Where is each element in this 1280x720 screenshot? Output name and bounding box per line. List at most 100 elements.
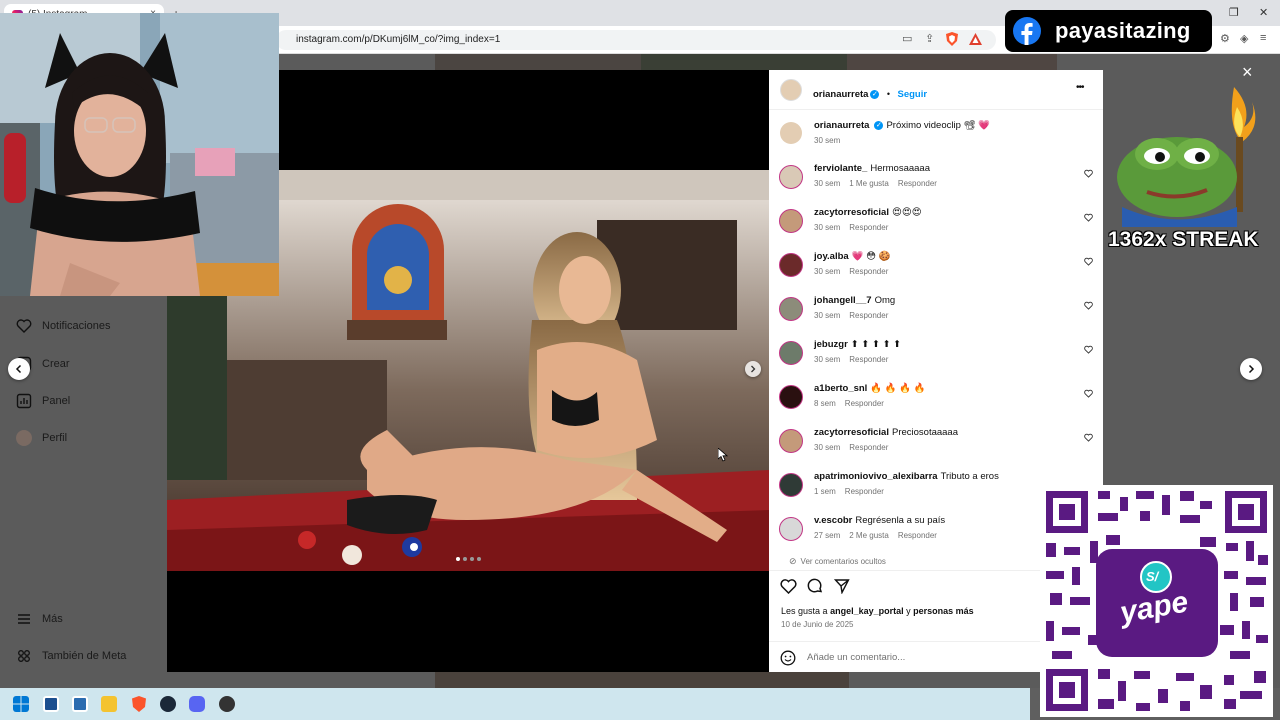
commenter-username[interactable]: apatrimoniovivo_alexibarra <box>814 471 938 482</box>
commenter-avatar[interactable] <box>779 209 803 233</box>
maximize-icon[interactable]: ❐ <box>1229 6 1239 19</box>
comment-like-heart-icon[interactable] <box>1084 169 1093 178</box>
more-options-icon[interactable]: ••• <box>1076 82 1084 93</box>
window-app-icon[interactable] <box>72 696 88 712</box>
follow-button[interactable]: Seguir <box>898 89 928 100</box>
comment-time: 30 sem <box>814 443 841 452</box>
commenter-avatar[interactable] <box>779 517 803 541</box>
sidebar-item-meta[interactable]: También de Meta <box>16 648 126 664</box>
author-username[interactable]: orianaurreta <box>813 89 868 100</box>
reply-button[interactable]: Responder <box>849 223 888 232</box>
browser-menu-icon[interactable]: ≡ <box>1260 32 1266 44</box>
url-field[interactable]: instagram.com/p/DKumj6lM_co/?img_index=1 <box>276 30 996 50</box>
comment-like-heart-icon[interactable] <box>1084 389 1093 398</box>
emoji-smiley-icon[interactable] <box>780 650 796 666</box>
commenter-username[interactable]: v.escobr <box>814 515 852 526</box>
extensions-icon[interactable]: ⚙ <box>1220 32 1230 45</box>
streak-counter: 1362x STREAK <box>1108 228 1259 251</box>
sidebar-item-panel[interactable]: Panel <box>16 393 70 409</box>
close-modal-icon[interactable]: × <box>1242 62 1253 83</box>
sidebar-item-label: Notificaciones <box>42 320 111 332</box>
commenter-avatar[interactable] <box>779 165 803 189</box>
commenter-username[interactable]: joy.alba <box>814 251 849 262</box>
comment-like-heart-icon[interactable] <box>1084 213 1093 222</box>
comment-like-count[interactable]: 2 Me gusta <box>849 531 889 540</box>
windows-start-icon[interactable] <box>13 696 29 712</box>
comment-time: 8 sem <box>814 399 836 408</box>
commenter-username[interactable]: johangell__7 <box>814 295 872 306</box>
comment-body: ⬆ ⬆ ⬆ ⬆ ⬆ <box>850 339 902 350</box>
reply-button[interactable]: Responder <box>849 311 888 320</box>
carousel-next-button[interactable] <box>745 361 761 377</box>
task-view-icon[interactable] <box>43 696 59 712</box>
sidebar-item-perfil[interactable]: Perfil <box>16 430 67 446</box>
comment-bubble-icon[interactable] <box>807 578 823 594</box>
reply-button[interactable]: Responder <box>849 355 888 364</box>
windows-taskbar <box>0 688 1030 720</box>
chevron-left-icon <box>15 364 22 374</box>
like-heart-icon[interactable] <box>780 578 797 594</box>
file-explorer-icon[interactable] <box>101 696 117 712</box>
reply-button[interactable]: Responder <box>845 487 884 496</box>
commenter-username[interactable]: ferviolante_ <box>814 163 867 174</box>
comment-like-count[interactable]: 1 Me gusta <box>849 179 889 188</box>
caption-username[interactable]: orianaurreta <box>814 120 869 131</box>
post-date: 10 de Junio de 2025 <box>781 620 854 629</box>
install-app-icon[interactable]: ▭ <box>902 32 912 45</box>
commenter-username[interactable]: jebuzgr <box>814 339 848 350</box>
reply-button[interactable]: Responder <box>898 531 937 540</box>
commenter-avatar[interactable] <box>779 253 803 277</box>
commenter-avatar[interactable] <box>779 473 803 497</box>
reply-button[interactable]: Responder <box>849 443 888 452</box>
reply-button[interactable]: Responder <box>898 179 937 188</box>
sidebar-item-label: Más <box>42 613 63 625</box>
brave-rewards-icon[interactable] <box>969 33 982 45</box>
reply-button[interactable]: Responder <box>845 399 884 408</box>
comment-like-heart-icon[interactable] <box>1084 257 1093 266</box>
reply-button[interactable]: Responder <box>849 267 888 276</box>
meta-icon <box>18 650 30 662</box>
author-avatar[interactable] <box>780 122 802 144</box>
discord-icon[interactable] <box>189 696 205 712</box>
commenter-avatar[interactable] <box>779 385 803 409</box>
webcam-feed-image <box>0 13 279 296</box>
comment-time: 30 sem <box>814 311 841 320</box>
comment-meta: 30 sem Responder <box>814 223 897 232</box>
carousel-dot <box>463 557 467 561</box>
sidebar-item-mas[interactable]: Más <box>16 611 63 627</box>
carousel-dots <box>456 557 481 561</box>
window-close-icon[interactable]: ✕ <box>1259 6 1268 19</box>
comment-like-heart-icon[interactable] <box>1084 433 1093 442</box>
comment-meta: 27 sem 2 Me gusta Responder <box>814 531 946 540</box>
commenter-avatar[interactable] <box>779 297 803 321</box>
commenter-username[interactable]: zacytorresoficial <box>814 427 889 438</box>
brave-browser-icon[interactable] <box>131 696 147 712</box>
comment-like-heart-icon[interactable] <box>1084 345 1093 354</box>
likes-count-link[interactable]: personas más <box>913 606 974 616</box>
share-icon[interactable]: ⇪ <box>925 32 934 45</box>
previous-post-button[interactable] <box>8 358 30 380</box>
commenter-username[interactable]: zacytorresoficial <box>814 207 889 218</box>
carousel-dot-active <box>456 557 460 561</box>
comment-time: 30 sem <box>814 355 841 364</box>
steam-icon[interactable] <box>160 696 176 712</box>
brave-shields-icon[interactable] <box>946 32 958 46</box>
facebook-logo-icon <box>1013 17 1041 45</box>
comment-meta: 30 sem Responder <box>814 311 897 320</box>
comment-text-line: johangell__7 Omg <box>814 295 895 306</box>
comment-body: Regrésenla a su país <box>855 515 946 526</box>
likes-user[interactable]: angel_kay_portal <box>830 606 904 616</box>
commenter-avatar[interactable] <box>779 429 803 453</box>
sidebar-item-notificaciones[interactable]: Notificaciones <box>16 318 110 334</box>
commenter-avatar[interactable] <box>779 341 803 365</box>
comment-time: 1 sem <box>814 487 836 496</box>
share-paper-plane-icon[interactable] <box>834 578 850 594</box>
vpn-icon[interactable]: ◈ <box>1240 32 1248 45</box>
yape-badge: S/ <box>1146 569 1159 584</box>
view-hidden-comments-link[interactable]: ⊘ Ver comentarios ocultos <box>789 556 886 567</box>
commenter-username[interactable]: a1berto_snl <box>814 383 867 394</box>
obs-icon[interactable] <box>219 696 235 712</box>
next-post-button[interactable] <box>1240 358 1262 380</box>
author-avatar[interactable] <box>780 79 802 101</box>
comment-like-heart-icon[interactable] <box>1084 301 1093 310</box>
